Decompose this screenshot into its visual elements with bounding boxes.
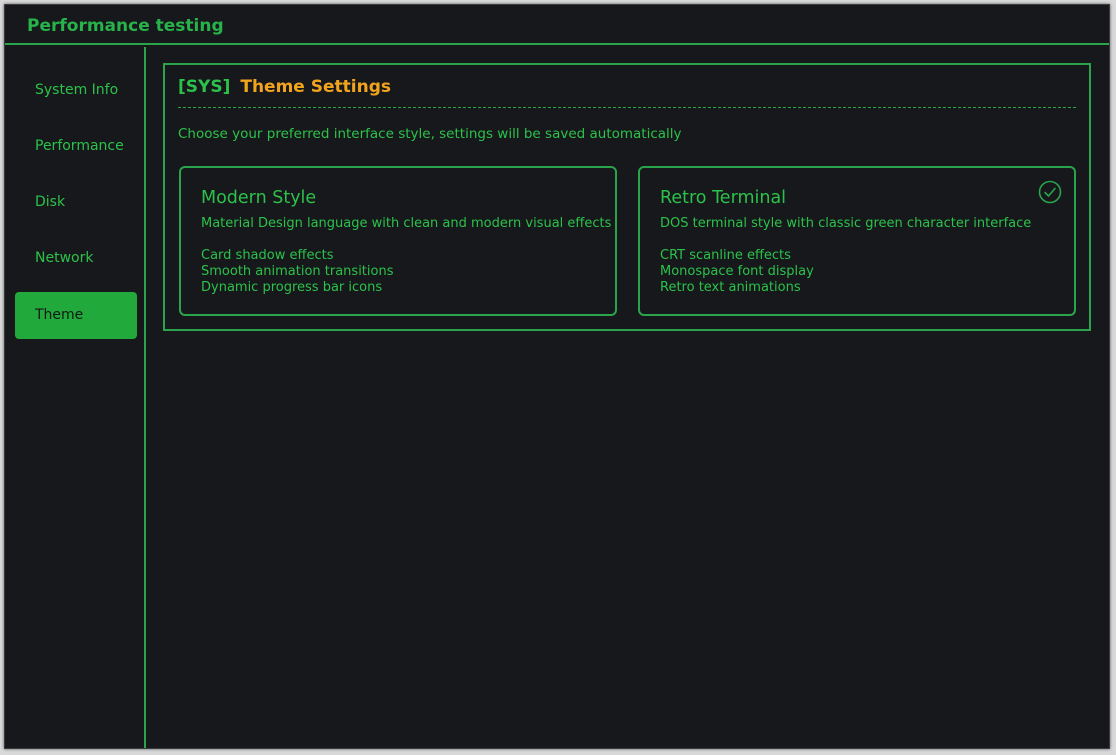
theme-feature: Card shadow effects <box>201 248 334 263</box>
sidebar-item-label: System Info <box>35 82 119 98</box>
theme-feature: Smooth animation transitions <box>201 264 394 279</box>
sidebar-item-label: Theme <box>35 307 84 323</box>
sidebar-item-label: Performance <box>35 138 124 154</box>
sidebar-item-disk[interactable]: Disk <box>15 179 137 226</box>
theme-card-description: Material Design language with clean and … <box>201 216 612 231</box>
theme-feature: CRT scanline effects <box>660 248 791 263</box>
theme-feature: Monospace font display <box>660 264 814 279</box>
panel-header: [SYS] Theme Settings <box>178 77 391 101</box>
sidebar-item-label: Disk <box>35 194 66 210</box>
sidebar-item-label: Network <box>35 250 94 266</box>
app-window: Performance testing System Info Performa… <box>4 4 1110 749</box>
window-title: Performance testing <box>27 16 224 36</box>
sidebar-item-performance[interactable]: Performance <box>15 123 137 170</box>
theme-card-title: Retro Terminal <box>660 188 787 208</box>
sidebar-item-system-info[interactable]: System Info <box>15 67 137 114</box>
check-circle-icon <box>1038 180 1062 204</box>
sidebar-item-network[interactable]: Network <box>15 235 137 282</box>
theme-feature: Dynamic progress bar icons <box>201 280 383 295</box>
sidebar: System Info Performance Disk Network The… <box>5 47 146 748</box>
theme-card-title: Modern Style <box>201 188 317 208</box>
sidebar-item-theme[interactable]: Theme <box>15 292 137 339</box>
panel-title: Theme Settings <box>240 77 391 97</box>
theme-card-retro[interactable]: Retro Terminal DOS terminal style with c… <box>638 166 1076 316</box>
theme-feature-list: Card shadow effects Smooth animation tra… <box>201 248 393 296</box>
theme-feature: Retro text animations <box>660 280 801 295</box>
theme-feature-list: CRT scanline effects Monospace font disp… <box>660 248 814 296</box>
theme-card-modern[interactable]: Modern Style Material Design language wi… <box>179 166 617 316</box>
theme-settings-panel: [SYS] Theme Settings Choose your preferre… <box>163 63 1091 331</box>
sys-tag: [SYS] <box>178 77 231 97</box>
theme-card-description: DOS terminal style with classic green ch… <box>660 216 1032 231</box>
divider <box>178 107 1076 108</box>
title-bar: Performance testing <box>5 5 1109 45</box>
panel-subtitle: Choose your preferred interface style, s… <box>178 126 682 142</box>
